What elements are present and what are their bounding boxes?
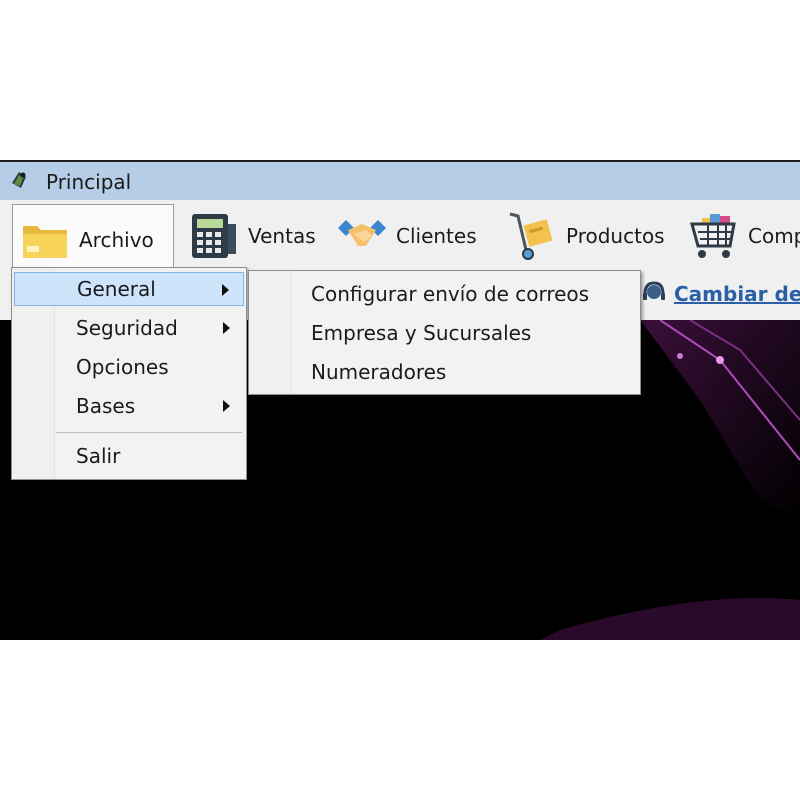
menu-item-general-label: General (77, 277, 156, 301)
toolbar-clientes-button[interactable]: Clientes (330, 204, 490, 268)
submenu-item-configurar-correos-label: Configurar envío de correos (311, 282, 590, 306)
toolbar-compras-button[interactable]: Comp (682, 204, 800, 268)
menu-item-opciones[interactable]: Opciones (14, 350, 244, 384)
menu-separator (56, 432, 242, 433)
change-user-label: Cambiar de U (674, 282, 800, 306)
menu-item-salir[interactable]: Salir (14, 439, 244, 473)
change-user-link[interactable]: Cambiar de U (640, 277, 800, 311)
user-headset-icon (643, 281, 665, 300)
general-submenu: Configurar envío de correos Empresa y Su… (248, 270, 641, 395)
toolbar-archivo-button[interactable]: Archivo (12, 204, 174, 274)
submenu-item-numeradores-label: Numeradores (311, 360, 447, 384)
toolbar-compras-label: Comp (748, 224, 800, 248)
toolbar-productos-button[interactable]: Productos (500, 204, 670, 268)
submenu-arrow-icon (223, 322, 230, 334)
cash-register-icon (192, 214, 236, 258)
submenu-item-configurar-correos[interactable]: Configurar envío de correos (251, 277, 638, 311)
folder-icon (23, 225, 67, 258)
menu-item-opciones-label: Opciones (76, 355, 169, 379)
handshake-icon (338, 220, 386, 246)
app-logo-icon (12, 172, 26, 188)
archivo-menu: General Seguridad Opciones Bases Salir (11, 267, 247, 480)
toolbar-ventas-button[interactable]: Ventas (182, 204, 322, 268)
submenu-arrow-icon (223, 400, 230, 412)
submenu-item-empresa-sucursales-label: Empresa y Sucursales (311, 321, 532, 345)
menu-item-salir-label: Salir (76, 444, 121, 468)
menu-item-seguridad-label: Seguridad (76, 316, 178, 340)
toolbar-archivo-label: Archivo (79, 227, 154, 252)
toolbar-clientes-label: Clientes (396, 224, 477, 248)
menu-item-seguridad[interactable]: Seguridad (14, 311, 244, 345)
menu-item-bases[interactable]: Bases (14, 389, 244, 423)
submenu-arrow-icon (222, 284, 229, 296)
submenu-item-empresa-sucursales[interactable]: Empresa y Sucursales (251, 316, 638, 350)
menu-item-bases-label: Bases (76, 394, 136, 418)
hand-truck-icon (509, 212, 553, 260)
shopping-cart-icon (690, 214, 736, 258)
window-title: Principal (46, 170, 132, 194)
submenu-item-numeradores[interactable]: Numeradores (251, 355, 638, 389)
toolbar-productos-label: Productos (566, 224, 665, 248)
menu-item-general[interactable]: General (14, 272, 244, 306)
title-bar: Principal (0, 162, 800, 200)
toolbar-ventas-label: Ventas (248, 224, 316, 248)
